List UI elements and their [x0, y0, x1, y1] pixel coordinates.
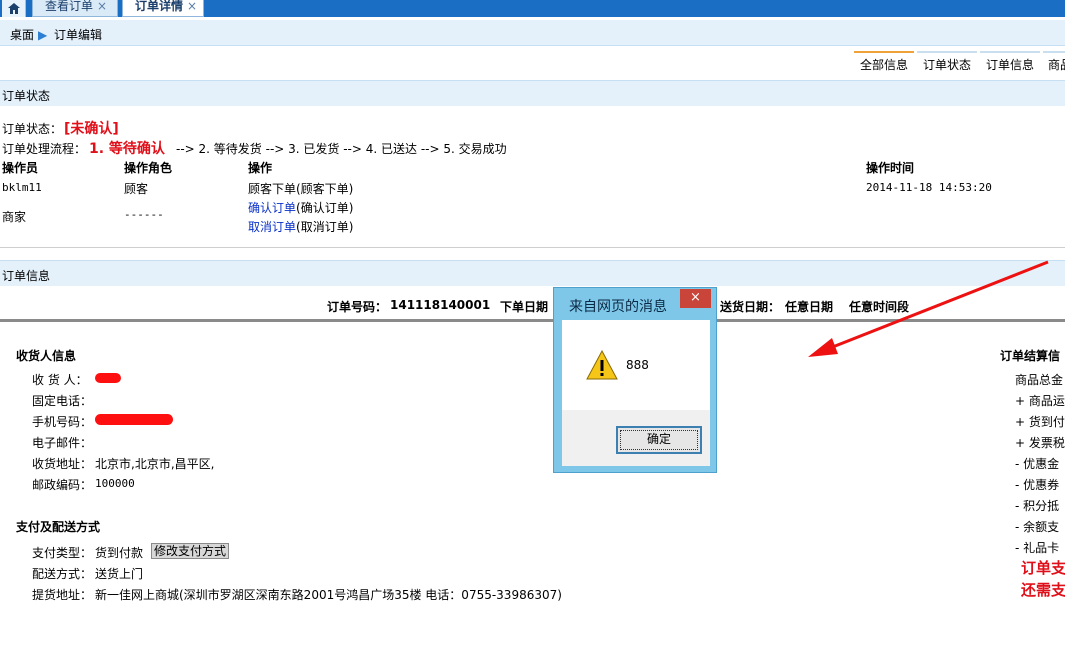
focus-ring: [620, 430, 698, 450]
dialog-title: 来自网页的消息: [569, 299, 667, 315]
ok-button[interactable]: 确定: [616, 426, 702, 454]
alert-dialog: 来自网页的消息 × 888 确定: [553, 287, 717, 473]
warning-icon: [586, 350, 618, 380]
dialog-close-button[interactable]: ×: [680, 289, 711, 308]
dialog-message: 888: [626, 358, 649, 372]
dialog-body: 888 确定: [562, 320, 710, 466]
annotation-arrow: [808, 260, 1049, 357]
